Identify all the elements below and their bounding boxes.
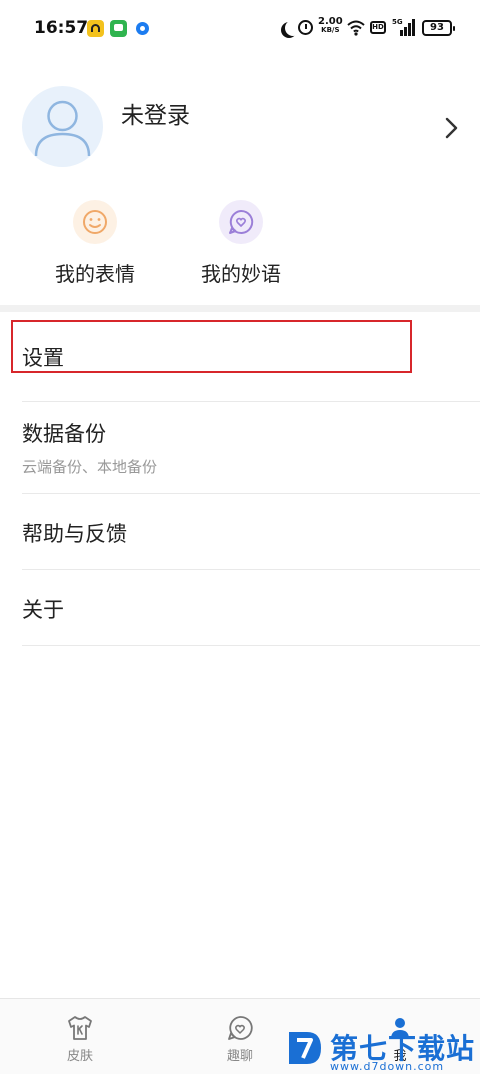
menu-divider [22,569,480,570]
net-speed: 2.00 KB/S [318,17,343,35]
app-a-icon [87,20,104,37]
status-time: 16:57 [34,18,89,38]
signal-label: 5G [392,18,403,26]
alarm-icon [298,20,313,35]
chat-heart-icon [225,1013,255,1043]
battery-icon: 93 [422,20,455,36]
my-stickers-label: 我的表情 [55,262,135,286]
nav-tab-skin[interactable]: 皮肤 [50,1013,110,1064]
menu-divider [22,493,480,494]
chevron-right-icon[interactable] [442,116,462,140]
heart-bubble-icon [219,200,263,244]
login-status[interactable]: 未登录 [121,96,190,130]
section-divider [0,305,480,312]
watermark-url: www.d7down.com [330,1060,445,1073]
menu-item-subtitle: 云端备份、本地备份 [22,458,158,476]
menu-item-help-feedback[interactable]: 帮助与反馈 [22,518,480,548]
menu-item-data-backup[interactable]: 数据备份 云端备份、本地备份 [22,418,480,477]
nav-tab-label: 皮肤 [66,1049,93,1064]
net-speed-unit: KB/S [321,26,340,34]
menu-divider [22,401,480,402]
highlight-box [11,320,412,373]
status-bar: 16:57 2.00 KB/S HD 5G 93 [0,0,480,56]
user-avatar-icon[interactable] [22,86,103,167]
signal-icon: 5G [392,18,416,36]
watermark-logo-icon [289,1032,321,1064]
hd-icon: HD [370,21,386,34]
wifi-icon [347,20,365,36]
menu-item-title: 帮助与反馈 [22,522,127,546]
tshirt-icon [65,1013,95,1043]
my-phrases-label: 我的妙语 [201,262,281,286]
my-stickers-button[interactable]: 我的表情 [46,200,144,287]
menu-item-title: 关于 [22,598,64,622]
my-phrases-button[interactable]: 我的妙语 [190,200,292,287]
nav-tab-label: 趣聊 [226,1049,253,1064]
dot-app-icon [136,22,149,35]
nav-tab-chat[interactable]: 趣聊 [210,1013,270,1064]
menu-divider [22,645,480,646]
menu-item-about[interactable]: 关于 [22,594,480,624]
smiley-icon [73,200,117,244]
menu-item-title: 数据备份 [22,422,106,446]
message-app-icon [110,20,127,37]
